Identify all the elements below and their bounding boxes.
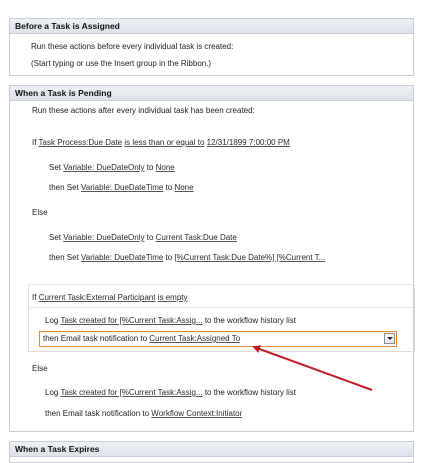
annotation-arrow [252, 345, 373, 391]
